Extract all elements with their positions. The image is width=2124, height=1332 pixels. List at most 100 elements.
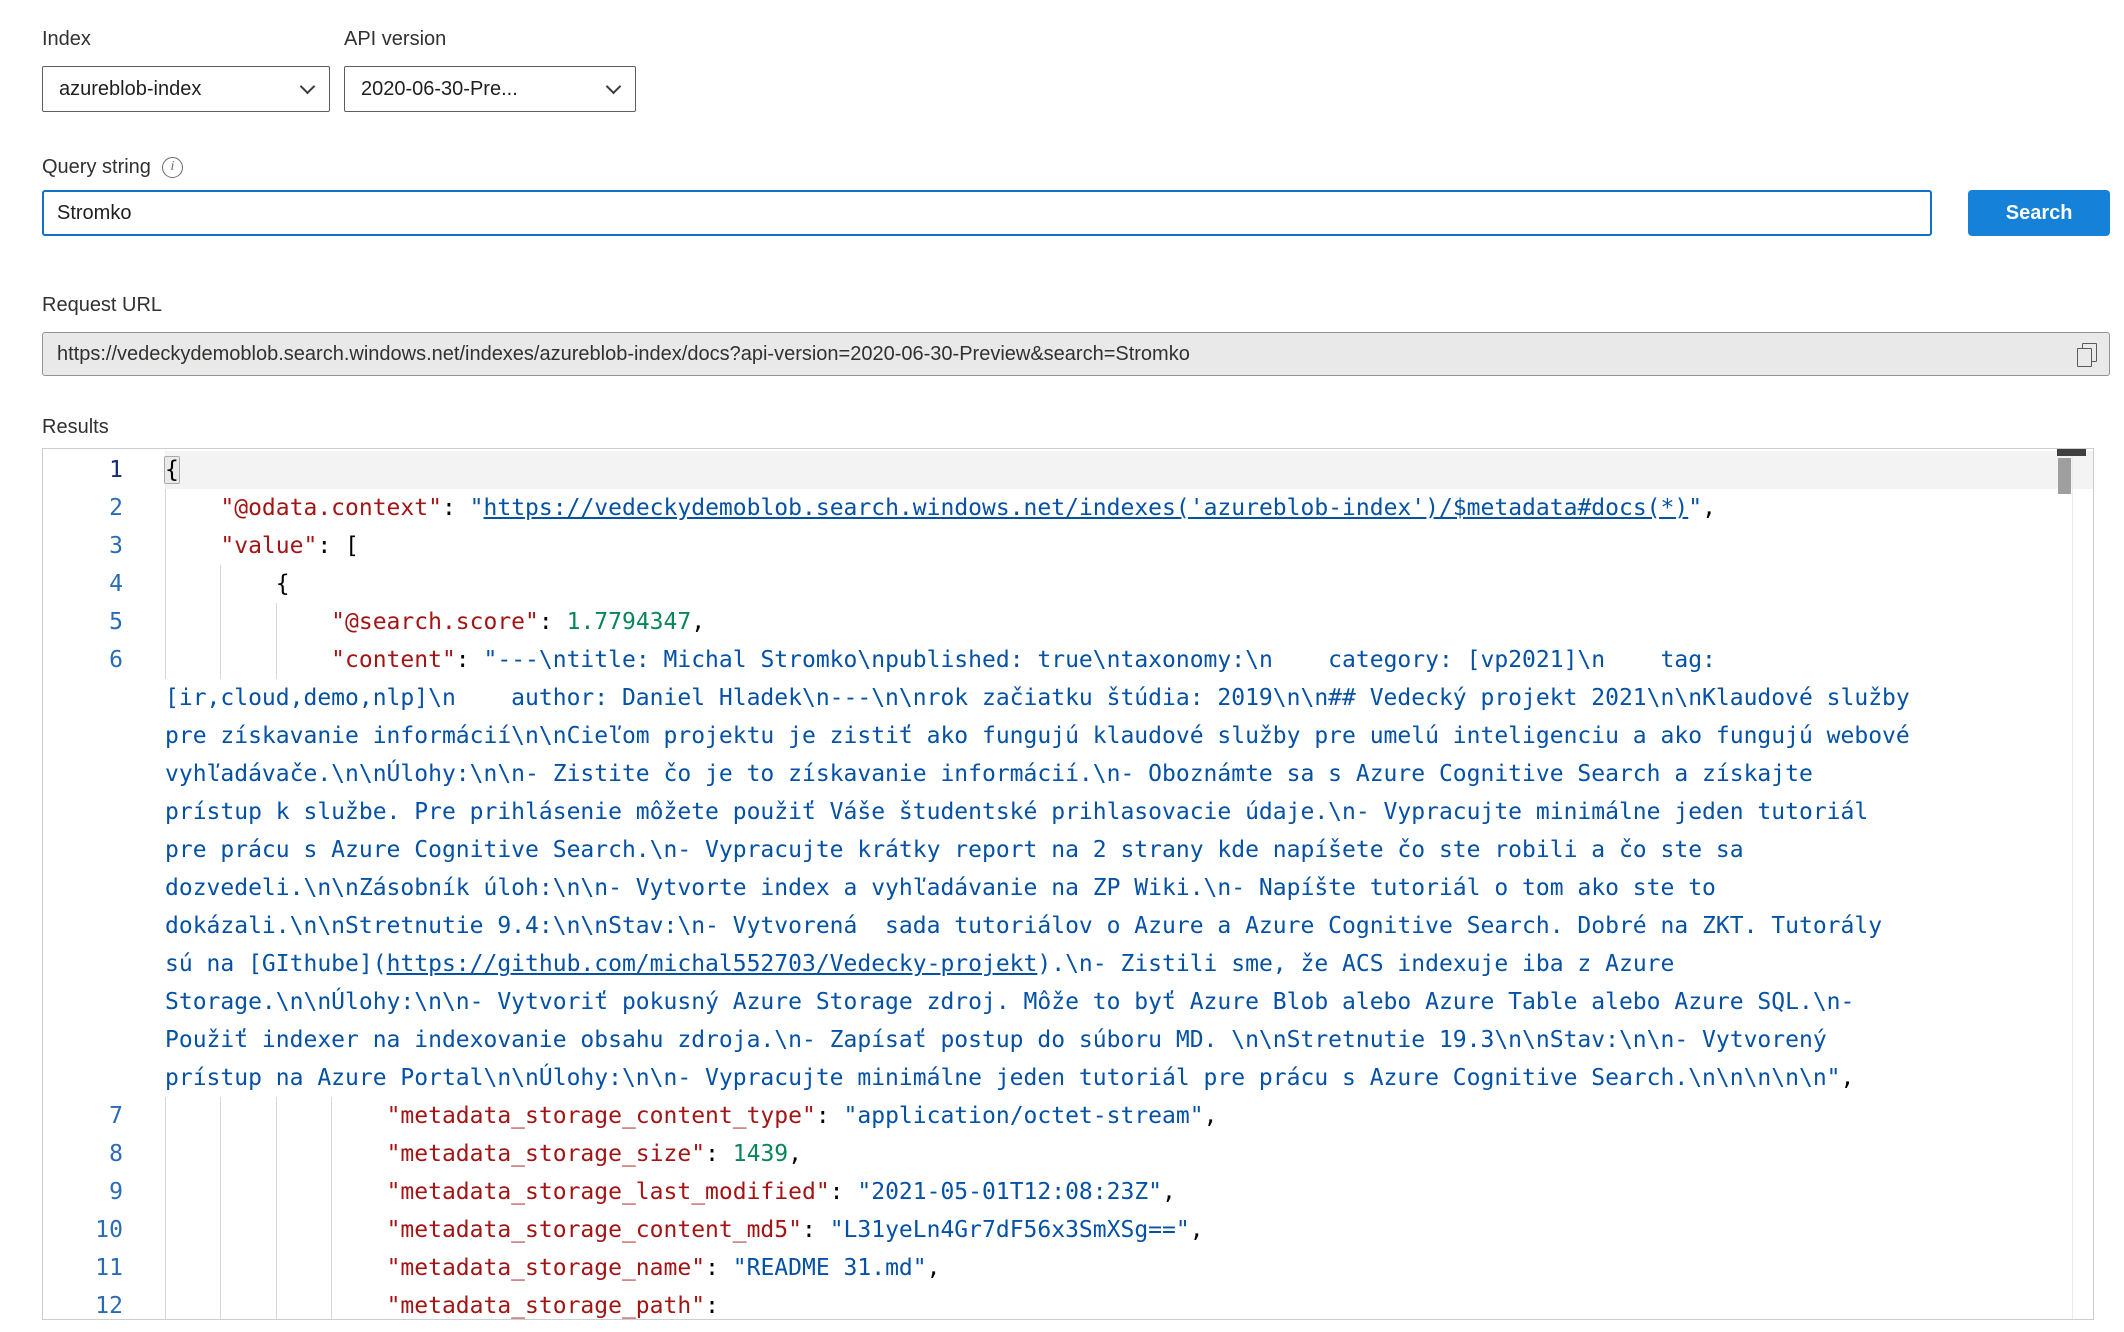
code-token: "README 31.md" [733,1255,927,1281]
indent-guide [220,1097,221,1135]
api-version-select[interactable]: 2020-06-30-Pre... [344,66,636,112]
code-token: , [1702,495,1716,521]
indent-guide [276,603,277,641]
results-code: 1{2 "@odata.context": "https://vedeckyde… [43,449,2093,1320]
code-token: , [1841,1065,1855,1091]
code-token [165,609,331,635]
indent-guide [165,489,166,527]
code-token: { [165,571,290,597]
code-line: 4 { [43,565,2093,603]
indent-guide [220,1173,221,1211]
code-token: : [539,609,567,635]
indent-guide [276,1249,277,1287]
code-text: "metadata_storage_content_type": "applic… [165,1097,1913,1135]
code-token: : [456,647,484,673]
line-number: 7 [43,1097,165,1135]
editor-scrollbar-thumb[interactable] [2058,458,2071,494]
line-number: 3 [43,527,165,565]
code-token: , [927,1255,941,1281]
results-label: Results [42,414,2110,440]
query-label-row: Query string i [42,154,2110,180]
code-line: 8 "metadata_storage_size": 1439, [43,1135,2093,1173]
line-number: 9 [43,1173,165,1211]
indent-guide [165,1249,166,1287]
line-number: 8 [43,1135,165,1173]
indent-guide [220,603,221,641]
code-token: , [691,609,705,635]
code-text: "@odata.context": "https://vedeckydemobl… [165,489,1913,527]
indent-guide [165,1173,166,1211]
code-token: "metadata_storage_size" [387,1141,706,1167]
code-token: { [165,457,179,483]
search-button[interactable]: Search [1968,190,2110,236]
indent-guide [331,1287,332,1320]
code-token: 1439 [733,1141,788,1167]
code-text: "metadata_storage_size": 1439, [165,1135,1913,1173]
indent-guide [220,1249,221,1287]
api-version-selected-value: 2020-06-30-Pre... [361,78,518,101]
code-line: 3 "value": [ [43,527,2093,565]
indent-guide [331,1135,332,1173]
code-token: "@odata.context" [220,495,442,521]
info-icon[interactable]: i [162,157,183,178]
indent-guide [165,1211,166,1249]
code-token: 1.7794347 [567,609,692,635]
results-json-editor[interactable]: 1{2 "@odata.context": "https://vedeckyde… [42,448,2094,1320]
code-token: "content" [331,647,456,673]
indent-guide [331,1173,332,1211]
code-text: "metadata_storage_name": "README 31.md", [165,1249,1913,1287]
code-token: "metadata_storage_path" [387,1293,706,1319]
chevron-down-icon [300,78,316,94]
code-token: : [705,1293,733,1319]
code-text: "@search.score": 1.7794347, [165,603,1913,641]
indent-guide [276,1135,277,1173]
indent-guide [220,1135,221,1173]
code-token: , [1190,1217,1204,1243]
indent-guide [165,527,166,565]
code-token: : [802,1217,830,1243]
code-token: : [816,1103,844,1129]
embedded-link[interactable]: https://github.com/michal552703/Vedecky-… [387,951,1038,977]
request-url-label: Request URL [42,292,2110,318]
code-token: "---\ntitle: Michal Stromko\npublished: … [165,647,1924,977]
code-token: : [705,1141,733,1167]
code-token: "value" [220,533,317,559]
indent-guide [331,1211,332,1249]
line-number: 11 [43,1249,165,1287]
indent-guide [331,1249,332,1287]
indent-guide [276,1173,277,1211]
code-line: 6 "content": "---\ntitle: Michal Stromko… [43,641,2093,1097]
request-url-input[interactable] [43,333,2063,375]
index-select[interactable]: azureblob-index [42,66,330,112]
api-version-label: API version [344,26,636,52]
code-text: "value": [ [165,527,1913,565]
request-url-box [42,332,2110,376]
embedded-link[interactable]: https://vedeckydemoblob.search.windows.n… [484,495,1689,521]
indent-guide [220,1287,221,1320]
copy-icon [2077,343,2096,366]
index-label: Index [42,26,330,52]
code-token: : [442,495,470,521]
editor-overview-bar [2057,449,2086,456]
code-text: { [165,565,1913,603]
indent-guide [165,641,166,679]
code-token: "2021-05-01T12:08:23Z" [857,1179,1162,1205]
code-token: , [1162,1179,1176,1205]
code-text: "metadata_storage_last_modified": "2021-… [165,1173,1913,1211]
copy-url-button[interactable] [2063,333,2109,375]
code-token: "metadata_storage_last_modified" [387,1179,830,1205]
indent-guide [165,603,166,641]
code-token: , [1204,1103,1218,1129]
line-number: 4 [43,565,165,603]
chevron-down-icon [606,78,622,94]
code-line: 1{ [43,451,2093,489]
code-line: 12 "metadata_storage_path": "aHR0cHM6Ly9… [43,1287,2093,1320]
editor-scrollbar-track [2072,449,2073,1319]
query-string-input[interactable] [42,190,1932,236]
code-line: 7 "metadata_storage_content_type": "appl… [43,1097,2093,1135]
code-token: "application/octet-stream" [844,1103,1204,1129]
code-token: : [705,1255,733,1281]
code-token: : [830,1179,858,1205]
indent-guide [276,1211,277,1249]
code-line: 10 "metadata_storage_content_md5": "L31y… [43,1211,2093,1249]
